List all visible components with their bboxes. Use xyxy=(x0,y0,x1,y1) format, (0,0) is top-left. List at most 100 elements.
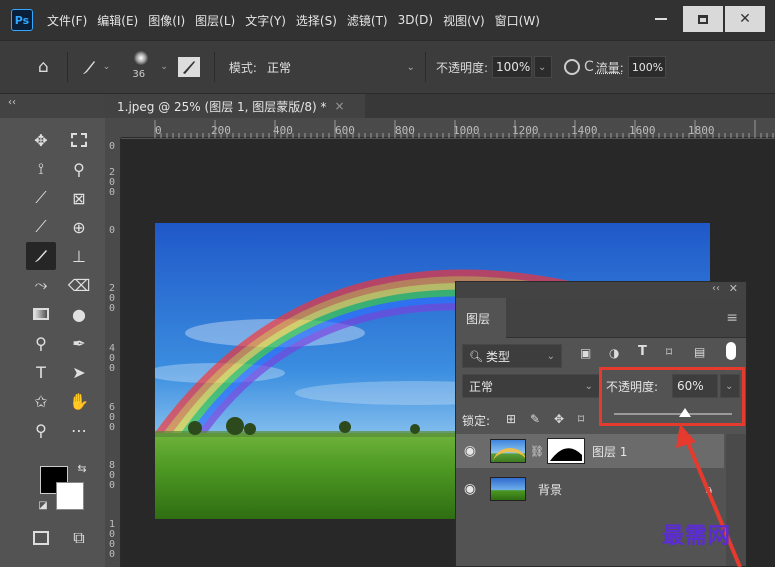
vertical-ruler[interactable]: 0 200 0 200 400 600 800 1000 xyxy=(105,138,121,567)
options-bar: ⌂ ⌄ 36 ⌄ 模式: 正常 ⌄ 不透明度: 100% ⌄ C 流量: 100… xyxy=(0,40,775,94)
quick-select-tool[interactable]: ⚲ xyxy=(64,155,94,183)
panel-header: ‹‹ ✕ xyxy=(456,282,746,298)
layer-filter-select[interactable]: 🔍︎ 类型 ⌄ xyxy=(462,344,562,368)
menu-type[interactable]: 文字(Y) xyxy=(245,12,286,29)
close-tab-icon[interactable]: × xyxy=(334,99,344,113)
frame-tool[interactable]: ⊠ xyxy=(64,184,94,212)
screen-mode-icon[interactable]: ⧉ xyxy=(64,524,94,552)
chevron-down-icon: ⌄ xyxy=(546,350,555,362)
hand-tool[interactable]: ✋ xyxy=(64,387,94,415)
opacity-dropdown[interactable]: ⌄ xyxy=(533,56,552,78)
home-icon[interactable]: ⌂ xyxy=(38,57,49,77)
eye-icon[interactable]: ◉ xyxy=(456,481,484,497)
flow-field[interactable]: 100% xyxy=(627,56,666,78)
path-selection-tool[interactable]: ➤ xyxy=(64,358,94,386)
brush-tool[interactable] xyxy=(26,242,56,270)
panel-menu-icon[interactable]: ≡ xyxy=(726,310,738,326)
shape-tool[interactable]: ✩ xyxy=(26,387,56,415)
crop-tool[interactable]: ⟋ xyxy=(26,184,56,212)
pen-tool[interactable]: ✒ xyxy=(64,329,94,357)
menu-filter[interactable]: 滤镜(T) xyxy=(347,12,388,29)
filter-type-icon[interactable]: T xyxy=(638,344,647,359)
watermark: 最需网 xyxy=(662,523,732,549)
menu-3d[interactable]: 3D(D) xyxy=(398,13,433,27)
layer-name[interactable]: 图层 1 xyxy=(592,443,627,460)
default-colors-icon[interactable]: ◪ xyxy=(36,498,50,512)
collapse-panel-icon[interactable]: ‹‹ xyxy=(712,283,720,294)
mode-value: 正常 xyxy=(266,60,291,75)
close-panel-icon[interactable]: ✕ xyxy=(729,282,738,295)
maximize-button[interactable] xyxy=(683,6,723,32)
layer-mask-thumbnail[interactable] xyxy=(546,438,585,464)
chevron-down-icon[interactable]: ⌄ xyxy=(160,62,168,72)
blend-mode-select[interactable]: 正常 ⌄ xyxy=(462,374,600,398)
gradient-tool[interactable] xyxy=(26,300,56,328)
menu-window[interactable]: 窗口(W) xyxy=(495,12,540,29)
menu-file[interactable]: 文件(F) xyxy=(47,12,87,29)
chevron-down-icon: ⌄ xyxy=(102,62,111,72)
filter-adjustment-icon[interactable]: ◑ xyxy=(609,346,619,360)
mask-link-icon[interactable]: ⛓ xyxy=(530,445,544,458)
lasso-tool[interactable]: ⟟ xyxy=(26,155,56,183)
pressure-opacity-icon[interactable] xyxy=(563,59,580,75)
quick-mask-shape xyxy=(33,531,49,545)
swap-colors-icon[interactable]: ⇆ xyxy=(74,460,90,476)
type-tool[interactable]: T xyxy=(26,358,56,386)
lock-image-icon[interactable]: ✎ xyxy=(530,412,540,426)
close-button[interactable]: ✕ xyxy=(725,6,765,32)
filter-pixel-icon[interactable]: ▣ xyxy=(580,346,591,360)
chevron-down-icon: ⌄ xyxy=(537,61,547,73)
opacity-label: 不透明度: xyxy=(435,60,488,75)
search-icon: 🔍︎ xyxy=(469,349,483,363)
dodge-tool[interactable]: ⚲ xyxy=(26,329,56,357)
lock-position-icon[interactable]: ✥ xyxy=(554,412,564,426)
history-brush-tool[interactable]: ⤳ xyxy=(26,271,56,299)
flow-label: 流量: xyxy=(595,60,624,75)
eyedropper-tool[interactable]: ⟋ xyxy=(26,213,56,241)
brush-tool-preset-button[interactable]: ⌄ xyxy=(80,58,111,76)
move-tool[interactable]: ✥ xyxy=(26,126,56,154)
close-icon: ✕ xyxy=(739,11,751,27)
more-tools[interactable]: ⋯ xyxy=(64,416,94,444)
brush-size-picker[interactable]: 36 xyxy=(126,47,156,87)
divider xyxy=(213,52,215,82)
marquee-tool[interactable] xyxy=(64,126,94,154)
maximize-icon xyxy=(698,14,708,24)
ruler-tick: 800 xyxy=(108,460,116,491)
document-tab[interactable]: 1.jpeg @ 25% (图层 1, 图层蒙版/8) * × xyxy=(105,94,365,118)
menu-image[interactable]: 图像(I) xyxy=(148,12,185,29)
blur-tool[interactable]: ● xyxy=(64,300,94,328)
zoom-tool[interactable]: ⚲ xyxy=(26,416,56,444)
menu-select[interactable]: 选择(S) xyxy=(296,12,337,29)
menu-view[interactable]: 视图(V) xyxy=(443,12,485,29)
brush-settings-icon[interactable] xyxy=(177,57,200,77)
ruler-tick: 200 xyxy=(108,167,116,198)
filter-shape-icon[interactable]: ⌑ xyxy=(666,345,672,359)
menu-layer[interactable]: 图层(L) xyxy=(195,12,235,29)
document-title: 1.jpeg @ 25% (图层 1, 图层蒙版/8) * xyxy=(117,99,327,114)
collapse-panel-icon[interactable]: ‹‹ xyxy=(0,94,105,118)
background-color-swatch[interactable] xyxy=(56,482,84,510)
layer-name[interactable]: 背景 xyxy=(538,481,562,498)
lock-transparent-icon[interactable]: ⊞ xyxy=(506,412,516,426)
minimize-button[interactable] xyxy=(641,6,681,32)
tools-panel: ‹‹ ✥ ⟟ ⚲ ⟋ ⊠ ⟋ ⊕ ⊥ ⤳ ⌫ ● ⚲ ✒ T ➤ ✩ ✋ ⚲ ⋯… xyxy=(0,94,105,567)
menu-edit[interactable]: 编辑(E) xyxy=(97,12,138,29)
quick-mask-icon[interactable] xyxy=(26,524,56,552)
mode-select[interactable]: 正常 ⌄ xyxy=(261,56,421,78)
flow-scrubby-icon[interactable]: C xyxy=(584,59,594,75)
mode-label: 模式: xyxy=(228,60,257,75)
healing-brush-tool[interactable]: ⊕ xyxy=(64,213,94,241)
photoshop-logo: Ps xyxy=(11,9,33,31)
horizontal-ruler[interactable]: 0 200 400 600 800 1000 1200 1400 1600 18… xyxy=(121,118,775,138)
eye-icon[interactable]: ◉ xyxy=(456,443,484,459)
filter-toggle-icon[interactable] xyxy=(726,342,736,360)
clone-stamp-tool[interactable]: ⊥ xyxy=(64,242,94,270)
layer-thumbnail xyxy=(490,439,526,463)
opacity-field[interactable]: 100% xyxy=(491,56,532,78)
eraser-tool[interactable]: ⌫ xyxy=(64,271,94,299)
lock-artboard-icon[interactable]: ⌑ xyxy=(578,412,584,426)
filter-smart-object-icon[interactable]: ▤ xyxy=(694,345,705,359)
tab-layers[interactable]: 图层 xyxy=(456,298,506,338)
blend-mode-value: 正常 xyxy=(469,379,494,394)
